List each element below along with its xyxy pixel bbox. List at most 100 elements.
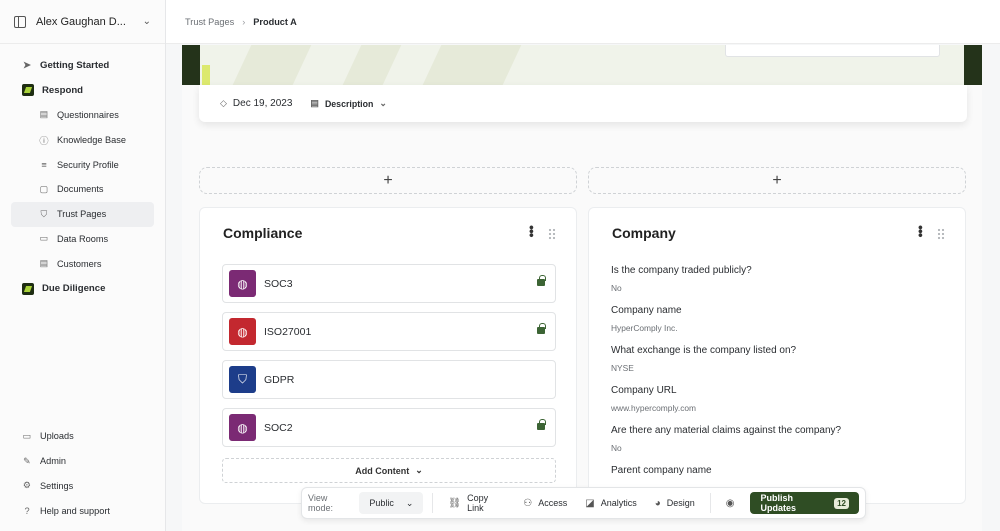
sidebar-item-label: Settings	[40, 480, 74, 491]
field-question: Company name	[611, 305, 682, 316]
analytics-label: Analytics	[600, 498, 637, 508]
sidebar-item-label: Questionnaires	[57, 109, 119, 120]
banner-accent	[202, 65, 210, 85]
due-diligence-logo-icon	[22, 282, 34, 295]
chevron-down-icon: ⌄	[379, 98, 387, 108]
company-field: Company URL www.hypercomply.com	[611, 385, 696, 413]
breadcrumb: Trust Pages › Product A	[166, 0, 1000, 44]
chevron-down-icon[interactable]: ⌄	[143, 16, 151, 27]
aicpa-logo-icon: ◍	[229, 270, 256, 297]
chevron-right-icon: ›	[242, 16, 246, 27]
view-mode-label: View mode:	[308, 493, 334, 513]
gear-icon: ⚙	[22, 480, 32, 491]
sidebar-item-uploads[interactable]: ▭ Uploads	[0, 424, 165, 449]
workspace-switcher[interactable]: Alex Gaughan D... ⌄	[0, 0, 165, 44]
calendar-icon: ◇	[220, 98, 227, 108]
cert-name: ISO27001	[264, 325, 312, 338]
shield-icon: ⛉	[40, 208, 48, 219]
preview-button[interactable]: ◉	[720, 492, 741, 514]
drag-handle-icon[interactable]	[937, 228, 945, 240]
lock-icon	[537, 419, 546, 430]
workspace-name[interactable]: Alex Gaughan D...	[36, 16, 133, 28]
company-field: Company name HyperComply Inc.	[611, 305, 682, 333]
users-icon: ⚇	[523, 497, 533, 509]
add-section-button-right[interactable]: +	[588, 167, 966, 194]
sidebar-item-data-rooms[interactable]: ▭ Data Rooms	[0, 227, 165, 252]
sidebar-item-customers[interactable]: ▤ Customers	[0, 251, 165, 276]
sidebar-item-help[interactable]: ? Help and support	[0, 498, 165, 523]
plus-icon: +	[383, 171, 393, 189]
sidebar-item-respond[interactable]: Respond	[0, 78, 165, 103]
respond-logo-icon	[22, 84, 34, 97]
sidebar-item-label: Knowledge Base	[57, 134, 126, 145]
publish-updates-button[interactable]: Publish Updates 12	[750, 492, 859, 514]
folder-icon: ▭	[39, 233, 49, 244]
add-section-button-left[interactable]: +	[199, 167, 577, 194]
field-question: Is the company traded publicly?	[611, 265, 752, 276]
publish-count-badge: 12	[834, 497, 849, 509]
access-label: Access	[538, 498, 568, 508]
list-icon: ▤	[39, 258, 49, 269]
drag-handle-icon[interactable]	[548, 228, 556, 240]
sidebar-item-security-profile[interactable]: ≡ Security Profile	[0, 152, 165, 177]
analytics-button[interactable]: ◪ Analytics	[579, 492, 642, 514]
banner-edge-left	[182, 45, 200, 85]
sidebar-toggle-icon[interactable]	[14, 15, 26, 28]
toolbar-divider	[709, 493, 711, 513]
sidebar-item-trust-pages[interactable]: ⛉ Trust Pages	[11, 201, 154, 227]
sidebar-item-documents[interactable]: ▢ Documents	[0, 177, 165, 202]
description-dropdown[interactable]: ▤ Description ⌄	[310, 98, 386, 109]
description-label: Description	[324, 98, 374, 109]
field-question: What exchange is the company listed on?	[611, 345, 797, 356]
sidebar-item-due-diligence[interactable]: Due Diligence	[0, 276, 165, 301]
link-icon: ⛓	[448, 497, 462, 509]
copy-link-button[interactable]: ⛓ Copy Link	[442, 492, 511, 514]
cert-name: SOC2	[264, 421, 293, 434]
info-circle-icon: ⓘ	[39, 135, 49, 146]
chart-icon: ◪	[585, 497, 595, 509]
banner-shape	[342, 45, 402, 85]
eye-icon: ◉	[725, 497, 735, 509]
compliance-card: Compliance ••• ◍ SOC3 ◍ ISO27001 ⛉ GDPR …	[199, 207, 577, 504]
add-content-button[interactable]: Add Content ⌄	[222, 458, 556, 483]
field-answer: www.hypercomply.com	[611, 403, 697, 413]
more-options-icon[interactable]: •••	[913, 225, 929, 237]
description-icon: ▤	[310, 98, 319, 108]
banner-edge-right	[964, 45, 982, 85]
help-icon: ?	[24, 505, 30, 516]
access-button[interactable]: ⚇ Access	[517, 492, 573, 514]
company-card: Company ••• Is the company traded public…	[588, 207, 966, 504]
sidebar-item-label: Help and support	[40, 505, 110, 516]
palette-icon: ◕	[654, 497, 661, 509]
sidebar-item-questionnaires[interactable]: ▤ Questionnaires	[0, 103, 165, 128]
breadcrumb-parent[interactable]: Trust Pages	[185, 17, 234, 27]
sidebar-item-label: Data Rooms	[57, 233, 109, 244]
cert-item-gdpr[interactable]: ⛉ GDPR	[222, 360, 556, 399]
company-title: Company	[612, 225, 676, 241]
lock-icon	[537, 323, 546, 334]
company-field: Parent company name	[611, 465, 712, 476]
folder-icon: ▭	[22, 430, 32, 441]
sidebar-item-admin[interactable]: ✎ Admin	[0, 449, 165, 474]
field-question: Company URL	[611, 385, 677, 396]
field-answer: No	[611, 443, 622, 453]
date-meta[interactable]: ◇ Dec 19, 2023	[220, 98, 292, 109]
company-field: Are there any material claims against th…	[611, 425, 841, 453]
view-mode-select[interactable]: Public ⌄	[359, 492, 424, 514]
design-button[interactable]: ◕ Design	[649, 492, 701, 514]
iso-logo-icon: ◍	[229, 318, 256, 345]
banner-input[interactable]	[725, 45, 940, 57]
sidebar: Alex Gaughan D... ⌄ ➤ Getting Started Re…	[0, 0, 166, 531]
chevron-down-icon: ⌄	[405, 497, 414, 508]
field-question: Are there any material claims against th…	[611, 425, 842, 436]
cert-item-soc2[interactable]: ◍ SOC2	[222, 408, 556, 447]
sidebar-item-knowledge-base[interactable]: ⓘ Knowledge Base	[0, 127, 165, 152]
gdpr-logo-icon: ⛉	[229, 366, 256, 393]
copy-link-label: Copy Link	[467, 493, 489, 513]
sidebar-item-settings[interactable]: ⚙ Settings	[0, 473, 165, 498]
cert-item-soc3[interactable]: ◍ SOC3	[222, 264, 556, 303]
cert-item-iso27001[interactable]: ◍ ISO27001	[222, 312, 556, 351]
sidebar-item-getting-started[interactable]: ➤ Getting Started	[0, 53, 165, 78]
more-options-icon[interactable]: •••	[524, 225, 540, 237]
field-question: Parent company name	[611, 465, 712, 476]
